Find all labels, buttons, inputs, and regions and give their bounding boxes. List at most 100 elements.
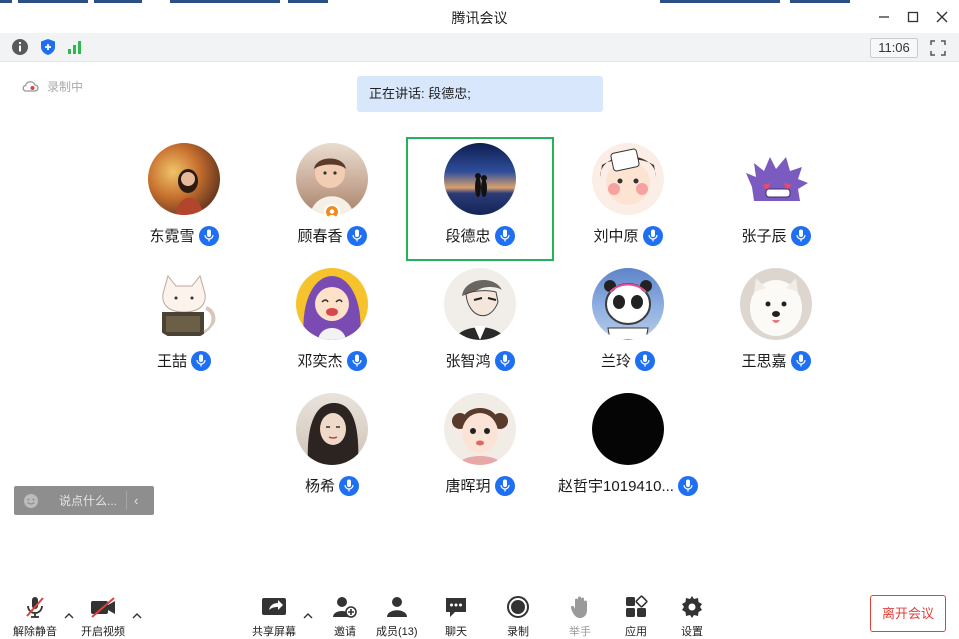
chat-label: 聊天 <box>445 626 467 638</box>
participant-name: 唐晖玥 <box>445 478 491 495</box>
info-icon <box>12 39 28 55</box>
audio-options-chevron-up-icon[interactable] <box>63 611 75 621</box>
participant-tile-active-speaker[interactable]: 段德忠 <box>406 137 554 261</box>
participant-name-row: 邓奕杰 <box>258 350 406 371</box>
microphone-icon[interactable] <box>346 225 367 246</box>
meeting-info-button[interactable] <box>11 38 29 56</box>
cloud-recording-icon <box>22 81 39 92</box>
chat-input[interactable]: 说点什么... ‹ <box>14 486 154 515</box>
participant-name: 刘中原 <box>593 228 639 245</box>
share-screen-icon <box>262 598 286 615</box>
taskbar-strip <box>0 0 959 3</box>
microphone-muted-icon <box>26 597 44 618</box>
participant-tile[interactable]: 东霓雪 <box>110 137 258 261</box>
microphone-icon[interactable] <box>494 225 515 246</box>
maximize-icon <box>907 11 919 23</box>
unmute-button[interactable]: 解除静音 <box>13 594 57 639</box>
maximize-button[interactable] <box>903 7 923 27</box>
participant-tile[interactable]: 兰玲 <box>554 262 702 386</box>
emoji-icon[interactable] <box>23 493 39 509</box>
network-status-button[interactable] <box>66 38 84 56</box>
video-off-icon <box>91 597 115 618</box>
microphone-icon[interactable] <box>642 225 663 246</box>
record-button[interactable]: 录制 <box>504 594 532 639</box>
participant-name-row: 刘中原 <box>554 225 702 246</box>
microphone-icon[interactable] <box>635 350 655 371</box>
participant-tile[interactable]: 刘中原 <box>554 137 702 261</box>
collapse-chevron-icon[interactable]: ‹ <box>134 493 138 508</box>
participant-tile[interactable]: 王思嘉 <box>702 262 850 386</box>
avatar <box>148 143 220 215</box>
participant-name: 王思嘉 <box>741 353 787 370</box>
meeting-info-bar: 11:06 <box>0 33 959 62</box>
participant-tile[interactable]: 赵哲宇1019410... <box>554 387 702 511</box>
meeting-window: 腾讯会议 11:06 录制中 正在讲话: 段德忠; 东霓雪 顾春香 段德忠 刘中… <box>0 0 959 639</box>
microphone-icon[interactable] <box>790 350 811 371</box>
avatar <box>148 268 220 340</box>
recording-label: 录制中 <box>47 79 84 94</box>
close-icon <box>936 11 948 23</box>
avatar <box>740 143 812 215</box>
members-icon <box>386 597 407 617</box>
members-button[interactable]: 成员(13) <box>376 594 418 639</box>
share-screen-button[interactable]: 共享屏幕 <box>252 594 296 639</box>
meeting-clock: 11:06 <box>870 38 918 58</box>
minimize-icon <box>879 16 889 18</box>
window-title: 腾讯会议 <box>451 10 508 26</box>
microphone-icon[interactable] <box>191 350 211 371</box>
participant-name: 王喆 <box>156 353 187 370</box>
participant-tile[interactable]: 邓奕杰 <box>258 262 406 386</box>
participant-name-row: 唐晖玥 <box>406 475 554 496</box>
avatar <box>592 393 664 465</box>
settings-button[interactable]: 设置 <box>678 594 706 639</box>
microphone-icon[interactable] <box>677 475 698 496</box>
participant-tile[interactable]: 杨希 <box>258 387 406 511</box>
leave-meeting-button[interactable]: 离开会议 <box>870 595 946 632</box>
participant-tile[interactable]: 张子辰 <box>702 137 850 261</box>
microphone-icon[interactable] <box>339 475 359 496</box>
participant-name: 顾春香 <box>297 228 343 245</box>
invite-label: 邀请 <box>334 626 356 638</box>
start-video-label: 开启视频 <box>81 626 125 638</box>
unmute-label: 解除静音 <box>13 626 57 638</box>
security-button[interactable] <box>39 38 57 56</box>
raise-hand-button[interactable]: 举手 <box>566 594 594 639</box>
participant-tile[interactable]: 顾春香 <box>258 137 406 261</box>
microphone-icon[interactable] <box>198 225 219 246</box>
participant-name: 张子辰 <box>741 228 787 245</box>
close-button[interactable] <box>932 7 952 27</box>
avatar <box>740 268 812 340</box>
chat-button[interactable]: 聊天 <box>442 594 470 639</box>
participant-tile[interactable]: 张智鸿 <box>406 262 554 386</box>
fullscreen-button[interactable] <box>929 39 947 57</box>
video-options-chevron-up-icon[interactable] <box>131 611 143 621</box>
microphone-icon[interactable] <box>346 350 367 371</box>
record-icon <box>507 596 529 618</box>
participant-name-row: 王思嘉 <box>702 350 850 371</box>
participant-name: 东霓雪 <box>149 228 195 245</box>
apps-button[interactable]: 应用 <box>622 594 650 639</box>
participant-name-row: 王喆 <box>110 350 258 371</box>
avatar <box>592 143 664 215</box>
participant-tile[interactable]: 唐晖玥 <box>406 387 554 511</box>
invite-button[interactable]: 邀请 <box>331 594 359 639</box>
participant-name: 杨希 <box>304 478 335 495</box>
participant-name: 邓奕杰 <box>297 353 343 370</box>
minimize-button[interactable] <box>874 7 894 27</box>
avatar <box>592 268 664 340</box>
participant-name-row: 杨希 <box>258 475 406 496</box>
raise-hand-label: 举手 <box>569 626 591 638</box>
title-bar: 腾讯会议 <box>0 0 959 33</box>
participant-name: 兰玲 <box>600 353 631 370</box>
participant-name-row: 段德忠 <box>408 225 552 246</box>
microphone-icon[interactable] <box>494 475 515 496</box>
participant-name-row: 赵哲宇1019410... <box>554 475 702 496</box>
participant-tile[interactable]: 王喆 <box>110 262 258 386</box>
start-video-button[interactable]: 开启视频 <box>81 594 125 639</box>
chat-bubble-icon <box>446 598 466 617</box>
share-options-chevron-up-icon[interactable] <box>302 611 314 621</box>
microphone-icon[interactable] <box>790 225 811 246</box>
microphone-icon[interactable] <box>494 350 515 371</box>
fullscreen-icon <box>930 40 946 56</box>
participant-name: 赵哲宇1019410... <box>558 478 674 495</box>
